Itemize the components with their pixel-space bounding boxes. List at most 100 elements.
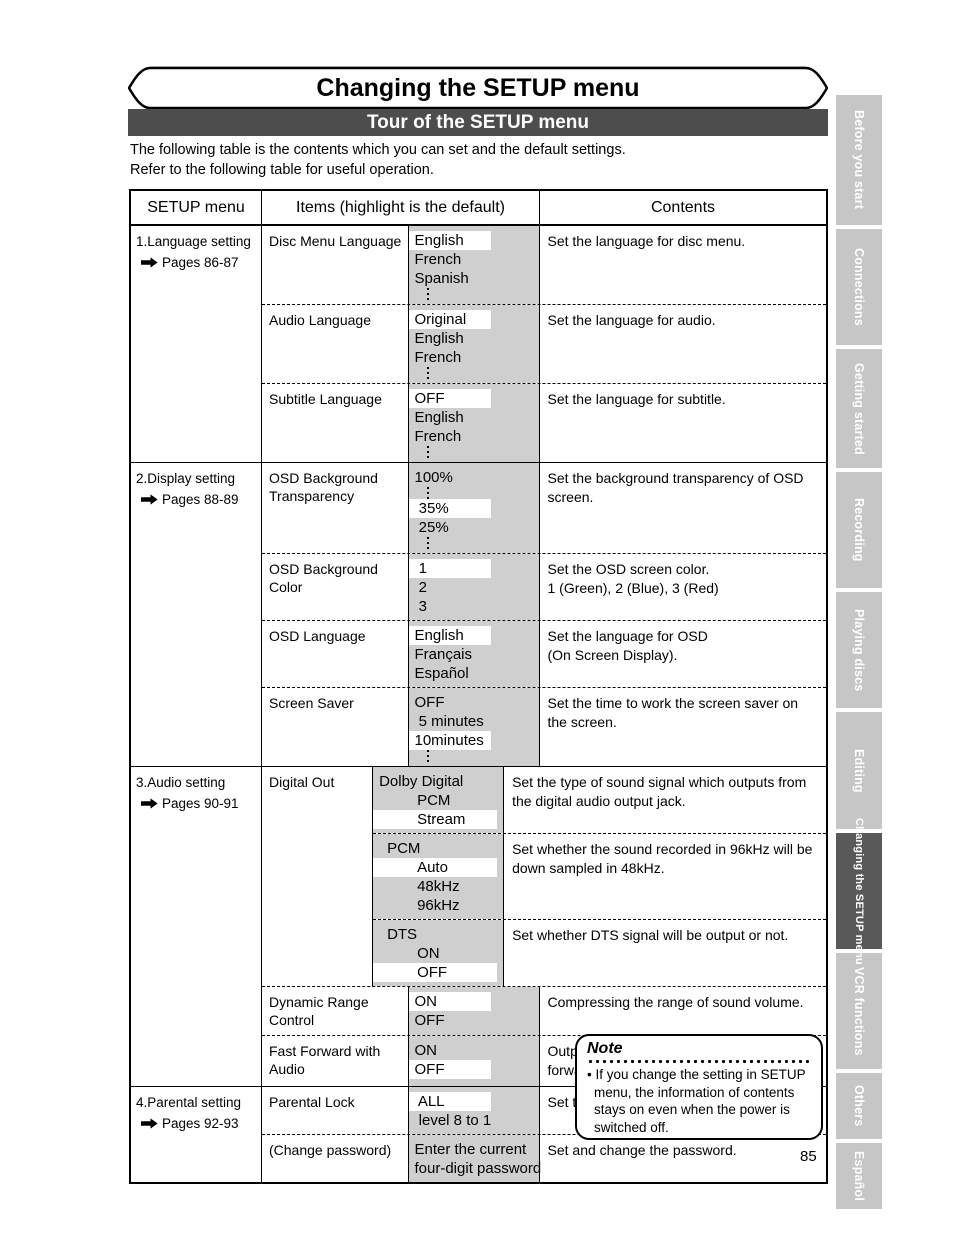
option-default-highlight[interactable]: English [408,231,491,250]
item-name-cell[interactable]: Digital Out [262,767,374,986]
item-name-cell[interactable]: (Change password) [262,1135,409,1182]
option-default-highlight[interactable]: ON [408,992,491,1011]
content-description: Set the language for OSD (On Screen Displ… [538,621,827,687]
option-value[interactable]: ON [373,944,503,963]
option-list: English Français Español [408,621,539,687]
setup-menu-cell[interactable]: 4.Parental setting Pages 92-93 [131,1087,262,1182]
description-line: Compressing the range of sound volume. [547,994,804,1010]
option-value[interactable]: DTS [373,925,503,944]
option-value[interactable]: 3 [409,597,539,616]
description-line: (On Screen Display). [547,647,678,663]
option-value[interactable]: French [409,250,539,269]
item-name-cell[interactable]: Audio Language [262,305,409,383]
page-reference[interactable]: Pages 86-87 [136,253,257,272]
side-tab-vcr-functions[interactable]: VCR functions [836,953,882,1069]
option-value[interactable]: English [409,329,539,348]
option-value[interactable]: ON [409,1041,539,1060]
page-reference[interactable]: Pages 90-91 [136,794,257,813]
option-value[interactable]: French [409,427,539,446]
column-header-setup-menu: SETUP menu [131,191,262,224]
side-tab-getting-started[interactable]: Getting started [836,349,882,468]
side-tab-playing-discs[interactable]: Playing discs [836,592,882,708]
description-line: Set the background transparency of OSD s… [547,470,804,505]
option-value[interactable]: four-digit password [409,1159,542,1178]
option-value[interactable]: English [409,408,539,427]
option-default-highlight[interactable]: OFF [408,1060,491,1079]
option-value[interactable]: Español [409,664,539,683]
table-row: Disc Menu Language English French Spanish Se… [262,226,826,304]
setup-menu-label: 2.Display setting [136,471,236,486]
item-name-cell[interactable]: Dynamic Range Control [262,987,409,1035]
arrow-right-icon [141,1118,158,1129]
side-tab-espa-ol[interactable]: Español [836,1143,882,1209]
option-value[interactable]: OFF [409,1011,539,1030]
option-list: Original English French [408,305,539,383]
setup-menu-cell[interactable]: 3.Audio setting Pages 90-91 [131,767,262,1086]
setup-menu-cell[interactable]: 1.Language setting Pages 86-87 [131,226,262,462]
item-name-cell[interactable]: Screen Saver [262,688,409,766]
table-section: 2.Display setting Pages 88-89 OSD Backgrou… [131,463,826,767]
table-sub-row: PCM Auto 48kHz 96kHz Set whether the sound r… [373,833,826,919]
item-name-cell[interactable]: OSD Background Transparency [262,463,409,553]
option-default-highlight[interactable]: Stream [373,810,498,829]
column-header-items: Items (highlight is the default) [262,191,540,224]
item-name-cell[interactable]: OSD Background Color [262,554,409,620]
content-description: Set the background transparency of OSD s… [538,463,827,553]
option-value[interactable]: 5 minutes [409,712,539,731]
option-value[interactable]: PCM [373,791,503,810]
option-list: 100% 35% 25% [408,463,539,553]
side-tab-before-you-start[interactable]: Before you start [836,95,882,225]
option-value[interactable]: 25% [409,518,539,537]
option-default-highlight[interactable]: OFF [373,963,498,982]
option-list: ALL level 8 to 1 [408,1087,539,1134]
option-value[interactable]: Spanish [409,269,539,288]
description-line: Set the language for disc menu. [547,233,746,249]
option-value[interactable]: level 8 to 1 [409,1111,539,1130]
option-default-highlight[interactable]: 35% [408,499,491,518]
side-tab-others[interactable]: Others [836,1073,882,1139]
option-default-highlight[interactable]: Auto [373,858,498,877]
option-value[interactable]: French [409,348,539,367]
item-name-cell[interactable]: Fast Forward with Audio [262,1036,409,1086]
table-row: (Change password) Enter the current four-d… [262,1134,826,1182]
option-default-highlight[interactable]: ALL [408,1092,491,1111]
page-reference[interactable]: Pages 92-93 [136,1114,257,1133]
option-value[interactable]: Dolby Digital [373,772,503,791]
item-name-cell[interactable]: OSD Language [262,621,409,687]
setup-menu-cell[interactable]: 2.Display setting Pages 88-89 [131,463,262,766]
option-value[interactable]: PCM [373,839,503,858]
content-description: Set the OSD screen color. 1 (Green), 2 (B… [538,554,827,620]
table-row: Digital Out Dolby Digital PCM Stream Set the… [262,767,826,986]
side-tab-label: Before you start [852,110,866,210]
option-default-highlight[interactable]: 10minutes [408,731,491,750]
side-tab-editing[interactable]: Editing [836,712,882,829]
option-value[interactable]: Français [409,645,539,664]
option-default-highlight[interactable]: 1 [408,559,491,578]
table-row: Subtitle Language OFF English French Set the… [262,383,826,462]
side-tab-changing-the-setup-menu[interactable]: Changing the SETUP menu [836,818,882,964]
item-name-cell[interactable]: Parental Lock [262,1087,409,1134]
option-list: ON OFF [408,987,539,1035]
side-tab-label: VCR functions [852,966,866,1056]
vertical-ellipsis-icon [426,367,429,379]
item-name-cell[interactable]: Subtitle Language [262,384,409,462]
note-body: • If you change the setting in SETUP men… [587,1067,806,1135]
sub-row-list: Dolby Digital PCM Stream Set the type of so… [373,767,826,986]
option-default-highlight[interactable]: English [408,626,491,645]
option-default-highlight[interactable]: Original [408,310,491,329]
content-description: Set the language for disc menu. [538,226,827,304]
option-value[interactable]: 2 [409,578,539,597]
page-reference[interactable]: Pages 88-89 [136,490,257,509]
side-tab-recording[interactable]: Recording [836,472,882,588]
option-value[interactable]: Enter the current [409,1140,539,1159]
option-value[interactable]: 96kHz [373,896,503,915]
side-tab-connections[interactable]: Connections [836,229,882,345]
side-tab-label: Getting started [852,362,866,455]
option-value[interactable]: 48kHz [373,877,503,896]
option-value[interactable]: OFF [409,693,539,712]
option-default-highlight[interactable]: OFF [408,389,491,408]
table-row: Screen Saver OFF 5 minutes 10minutes Set th… [262,687,826,766]
section-title: Tour of the SETUP menu [366,111,590,133]
item-name-cell[interactable]: Disc Menu Language [262,226,409,304]
option-value[interactable]: 100% [409,468,539,487]
